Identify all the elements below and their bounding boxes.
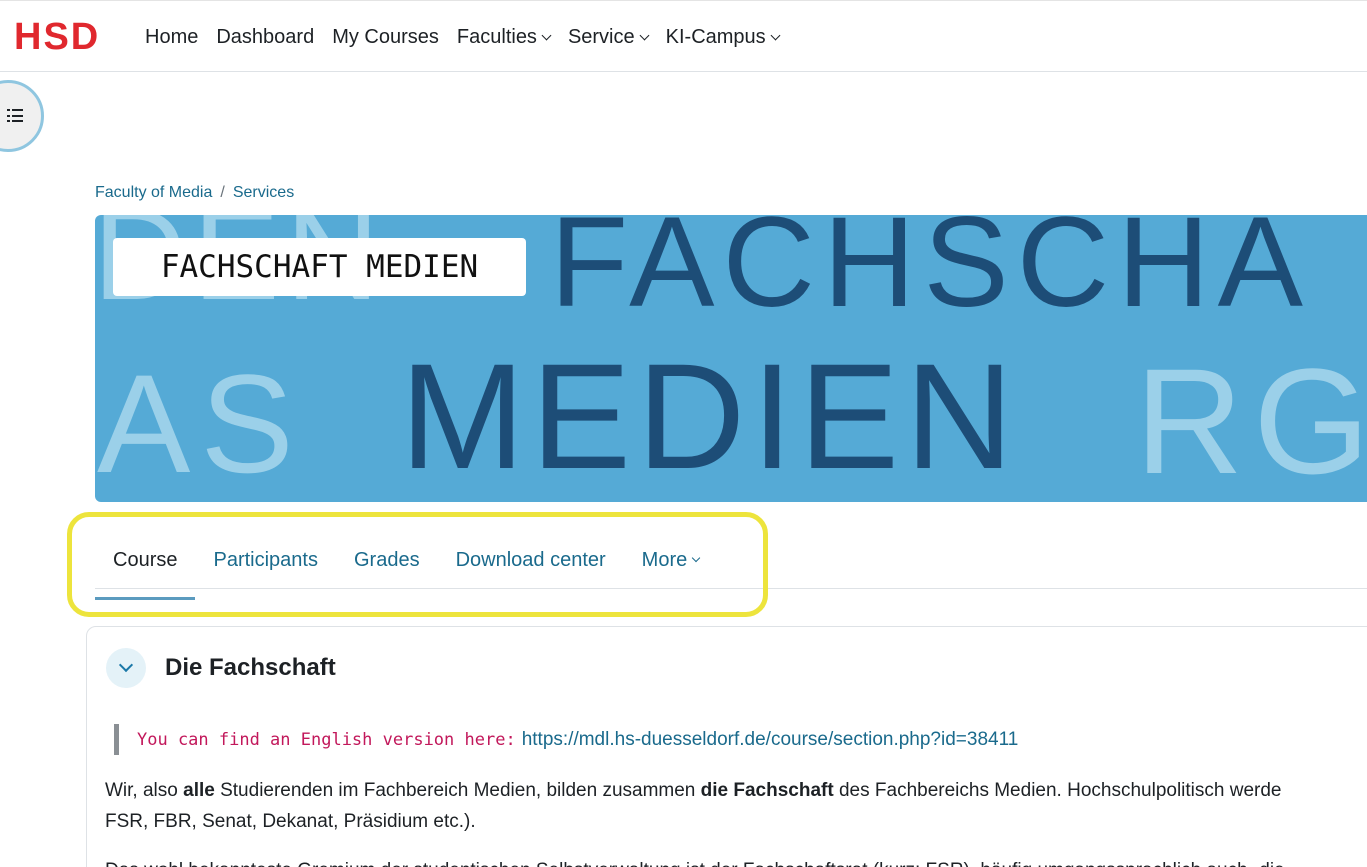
breadcrumb-services[interactable]: Services	[233, 184, 294, 202]
nav-home[interactable]: Home	[136, 23, 207, 51]
nav-faculties[interactable]: Faculties	[448, 23, 559, 51]
tab-grades[interactable]: Grades	[336, 530, 438, 589]
english-version-quote: You can find an English version here: ht…	[114, 724, 1018, 755]
chevron-down-icon	[770, 30, 781, 40]
tab-more-label: More	[641, 548, 688, 571]
english-version-link[interactable]: https://mdl.hs-duesseldorf.de/course/sec…	[522, 729, 1019, 751]
chevron-down-icon	[639, 30, 650, 40]
list-icon	[7, 109, 23, 123]
breadcrumb-separator: /	[220, 184, 225, 201]
tab-course[interactable]: Course	[95, 530, 196, 600]
para-text: des Fachbereichs Medien. Hochschulpoliti…	[833, 780, 1282, 801]
para-text: FSR, FBR, Senat, Dekanat, Präsidium etc.…	[105, 811, 476, 832]
para-bold-text: alle	[183, 780, 215, 801]
section-paragraph-2: Das wohl bekannteste Gremium der student…	[105, 855, 1367, 867]
nav-my-courses[interactable]: My Courses	[323, 23, 448, 51]
breadcrumb-faculty-of-media[interactable]: Faculty of Media	[95, 184, 212, 202]
primary-nav: Home Dashboard My Courses Faculties Serv…	[136, 23, 788, 51]
breadcrumb: Faculty of Media / Services	[95, 184, 294, 202]
nav-ki-campus-label: KI-Campus	[665, 26, 766, 48]
section-title: Die Fachschaft	[165, 654, 336, 681]
top-navbar: HSD Home Dashboard My Courses Faculties …	[0, 0, 1367, 72]
course-index-toggle[interactable]	[0, 80, 44, 152]
section-paragraph-1: Wir, also alle Studierenden im Fachberei…	[105, 775, 1367, 837]
banner-ghost-text-right: RG	[1135, 337, 1367, 502]
tab-course-label: Course	[113, 548, 178, 571]
section-collapse-button[interactable]	[106, 648, 146, 688]
banner-word-top: FACHSCHA	[550, 215, 1311, 334]
para-text: Studierenden im Fachbereich Medien, bild…	[214, 780, 701, 801]
chevron-down-icon	[541, 30, 552, 40]
banner-title-box: FACHSCHAFT MEDIEN	[113, 238, 526, 296]
tab-download-center[interactable]: Download center	[438, 530, 624, 589]
tabs-divider	[95, 588, 1367, 589]
nav-ki-campus[interactable]: KI-Campus	[657, 23, 788, 51]
nav-dashboard[interactable]: Dashboard	[207, 23, 323, 51]
tab-grades-label: Grades	[353, 548, 420, 571]
tab-participants[interactable]: Participants	[195, 530, 336, 589]
nav-faculties-label: Faculties	[456, 26, 537, 48]
chevron-down-icon	[692, 553, 701, 562]
tab-participants-label: Participants	[213, 548, 318, 571]
para-text: Wir, also	[105, 780, 184, 801]
para-bold-text: die Fachschaft	[700, 780, 834, 801]
nav-service-label: Service	[567, 26, 635, 48]
banner-word-main: MEDIEN	[400, 332, 1020, 500]
nav-my-courses-label: My Courses	[332, 26, 439, 48]
nav-dashboard-label: Dashboard	[216, 26, 315, 48]
chevron-down-icon	[118, 657, 134, 673]
course-banner-image: DEN FACHSCHA AS MEDIEN RG FACHSCHAFT MED…	[95, 215, 1367, 502]
secondary-nav-tabs: Course Participants Grades Download cent…	[95, 530, 718, 600]
nav-home-label: Home	[145, 26, 199, 48]
banner-title: FACHSCHAFT MEDIEN	[160, 249, 479, 285]
tab-more[interactable]: More	[624, 530, 718, 589]
quote-code-text: You can find an English version here:	[137, 729, 516, 750]
banner-ghost-text-bottom-left: AS	[97, 345, 304, 502]
tab-download-center-label: Download center	[455, 548, 606, 571]
hsd-logo[interactable]: HSD	[14, 15, 100, 59]
nav-service[interactable]: Service	[559, 23, 657, 51]
course-section-die-fachschaft: Die Fachschaft You can find an English v…	[86, 626, 1367, 867]
